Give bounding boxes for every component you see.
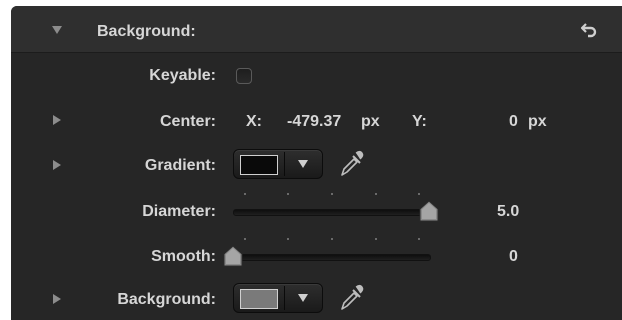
slider-tick	[418, 238, 420, 240]
eyedropper-icon[interactable]	[338, 282, 364, 312]
slider-tick	[287, 193, 289, 195]
section-header[interactable]: Background:	[11, 6, 622, 53]
inspector-panel: Background: Keyable: Center: X: -479.37 …	[11, 6, 622, 320]
chevron-down-icon[interactable]	[298, 294, 308, 302]
center-y-label: Y:	[412, 113, 427, 130]
slider-tick	[331, 238, 333, 240]
background-swatch	[240, 289, 278, 309]
chevron-down-icon[interactable]	[298, 160, 308, 168]
slider-tick	[244, 193, 246, 195]
center-x-value[interactable]: -479.37	[287, 112, 341, 132]
slider-tick	[287, 238, 289, 240]
slider-tick	[244, 238, 246, 240]
disclosure-expanded-icon[interactable]	[52, 26, 62, 34]
center-label: Center:	[159, 113, 216, 130]
keyable-checkbox[interactable]	[236, 68, 252, 84]
background-color-well-button[interactable]	[233, 283, 323, 313]
section-title: Background:	[97, 23, 196, 40]
gradient-swatch	[240, 155, 278, 175]
swatch-divider	[284, 152, 285, 176]
diameter-slider-track[interactable]	[233, 209, 431, 216]
diameter-label: Diameter:	[142, 203, 216, 220]
center-x-label: X:	[246, 113, 262, 130]
diameter-slider-thumb[interactable]	[419, 200, 439, 222]
gradient-well-button[interactable]	[233, 149, 323, 179]
smooth-value[interactable]: 0	[509, 247, 518, 267]
smooth-label: Smooth:	[151, 248, 216, 265]
gradient-label: Gradient:	[144, 157, 216, 174]
reset-arrow-icon[interactable]	[580, 21, 598, 39]
swatch-divider	[284, 286, 285, 310]
center-x-unit: px	[361, 113, 380, 130]
center-y-unit: px	[528, 113, 547, 130]
smooth-slider-thumb[interactable]	[223, 245, 243, 267]
slider-tick	[331, 193, 333, 195]
slider-tick	[418, 193, 420, 195]
diameter-value[interactable]: 5.0	[497, 202, 519, 222]
keyable-label: Keyable:	[149, 67, 216, 84]
smooth-slider-track[interactable]	[233, 254, 431, 261]
slider-tick	[375, 193, 377, 195]
center-y-value[interactable]: 0	[509, 112, 518, 132]
eyedropper-icon[interactable]	[338, 148, 364, 178]
background-label: Background:	[117, 291, 216, 308]
slider-tick	[375, 238, 377, 240]
